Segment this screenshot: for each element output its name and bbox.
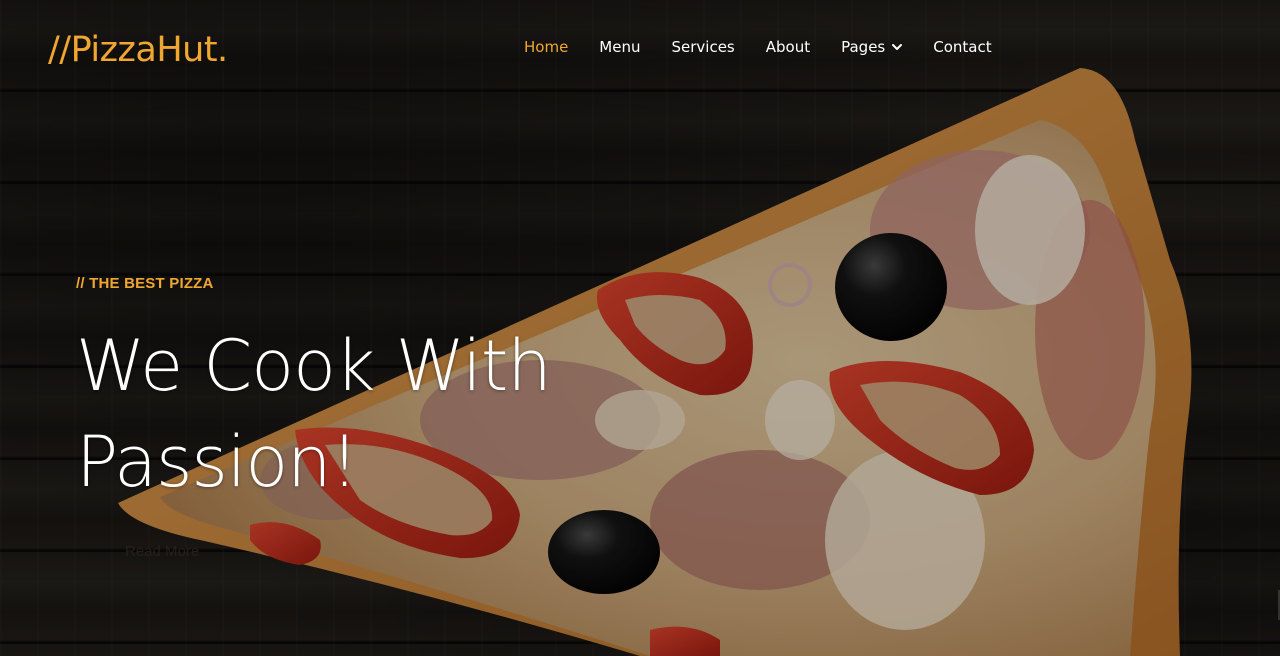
nav-item-home[interactable]: Home: [524, 38, 568, 56]
nav-item-pages[interactable]: Pages: [841, 38, 903, 56]
read-more-button[interactable]: Read More: [125, 543, 199, 560]
nav-item-pages-label: Pages: [841, 38, 886, 56]
nav-item-about[interactable]: About: [766, 38, 810, 56]
chevron-down-icon: [892, 44, 903, 50]
nav-menu: Home Menu Services About Pages Contact: [524, 38, 1023, 56]
hero-section: //PizzaHut. Home Menu Services About Pag…: [0, 0, 1280, 656]
navbar: //PizzaHut. Home Menu Services About Pag…: [0, 0, 1280, 98]
hero-eyebrow: // THE BEST PIZZA: [76, 275, 214, 292]
hero-headline: We Cook With Passion!: [76, 318, 636, 510]
headline-line-1: We Cook With: [76, 325, 552, 407]
nav-item-contact[interactable]: Contact: [933, 38, 991, 56]
brand-logo[interactable]: //PizzaHut.: [48, 30, 228, 70]
nav-item-services[interactable]: Services: [671, 38, 734, 56]
nav-item-menu[interactable]: Menu: [599, 38, 640, 56]
headline-line-2: Passion!: [76, 421, 359, 503]
